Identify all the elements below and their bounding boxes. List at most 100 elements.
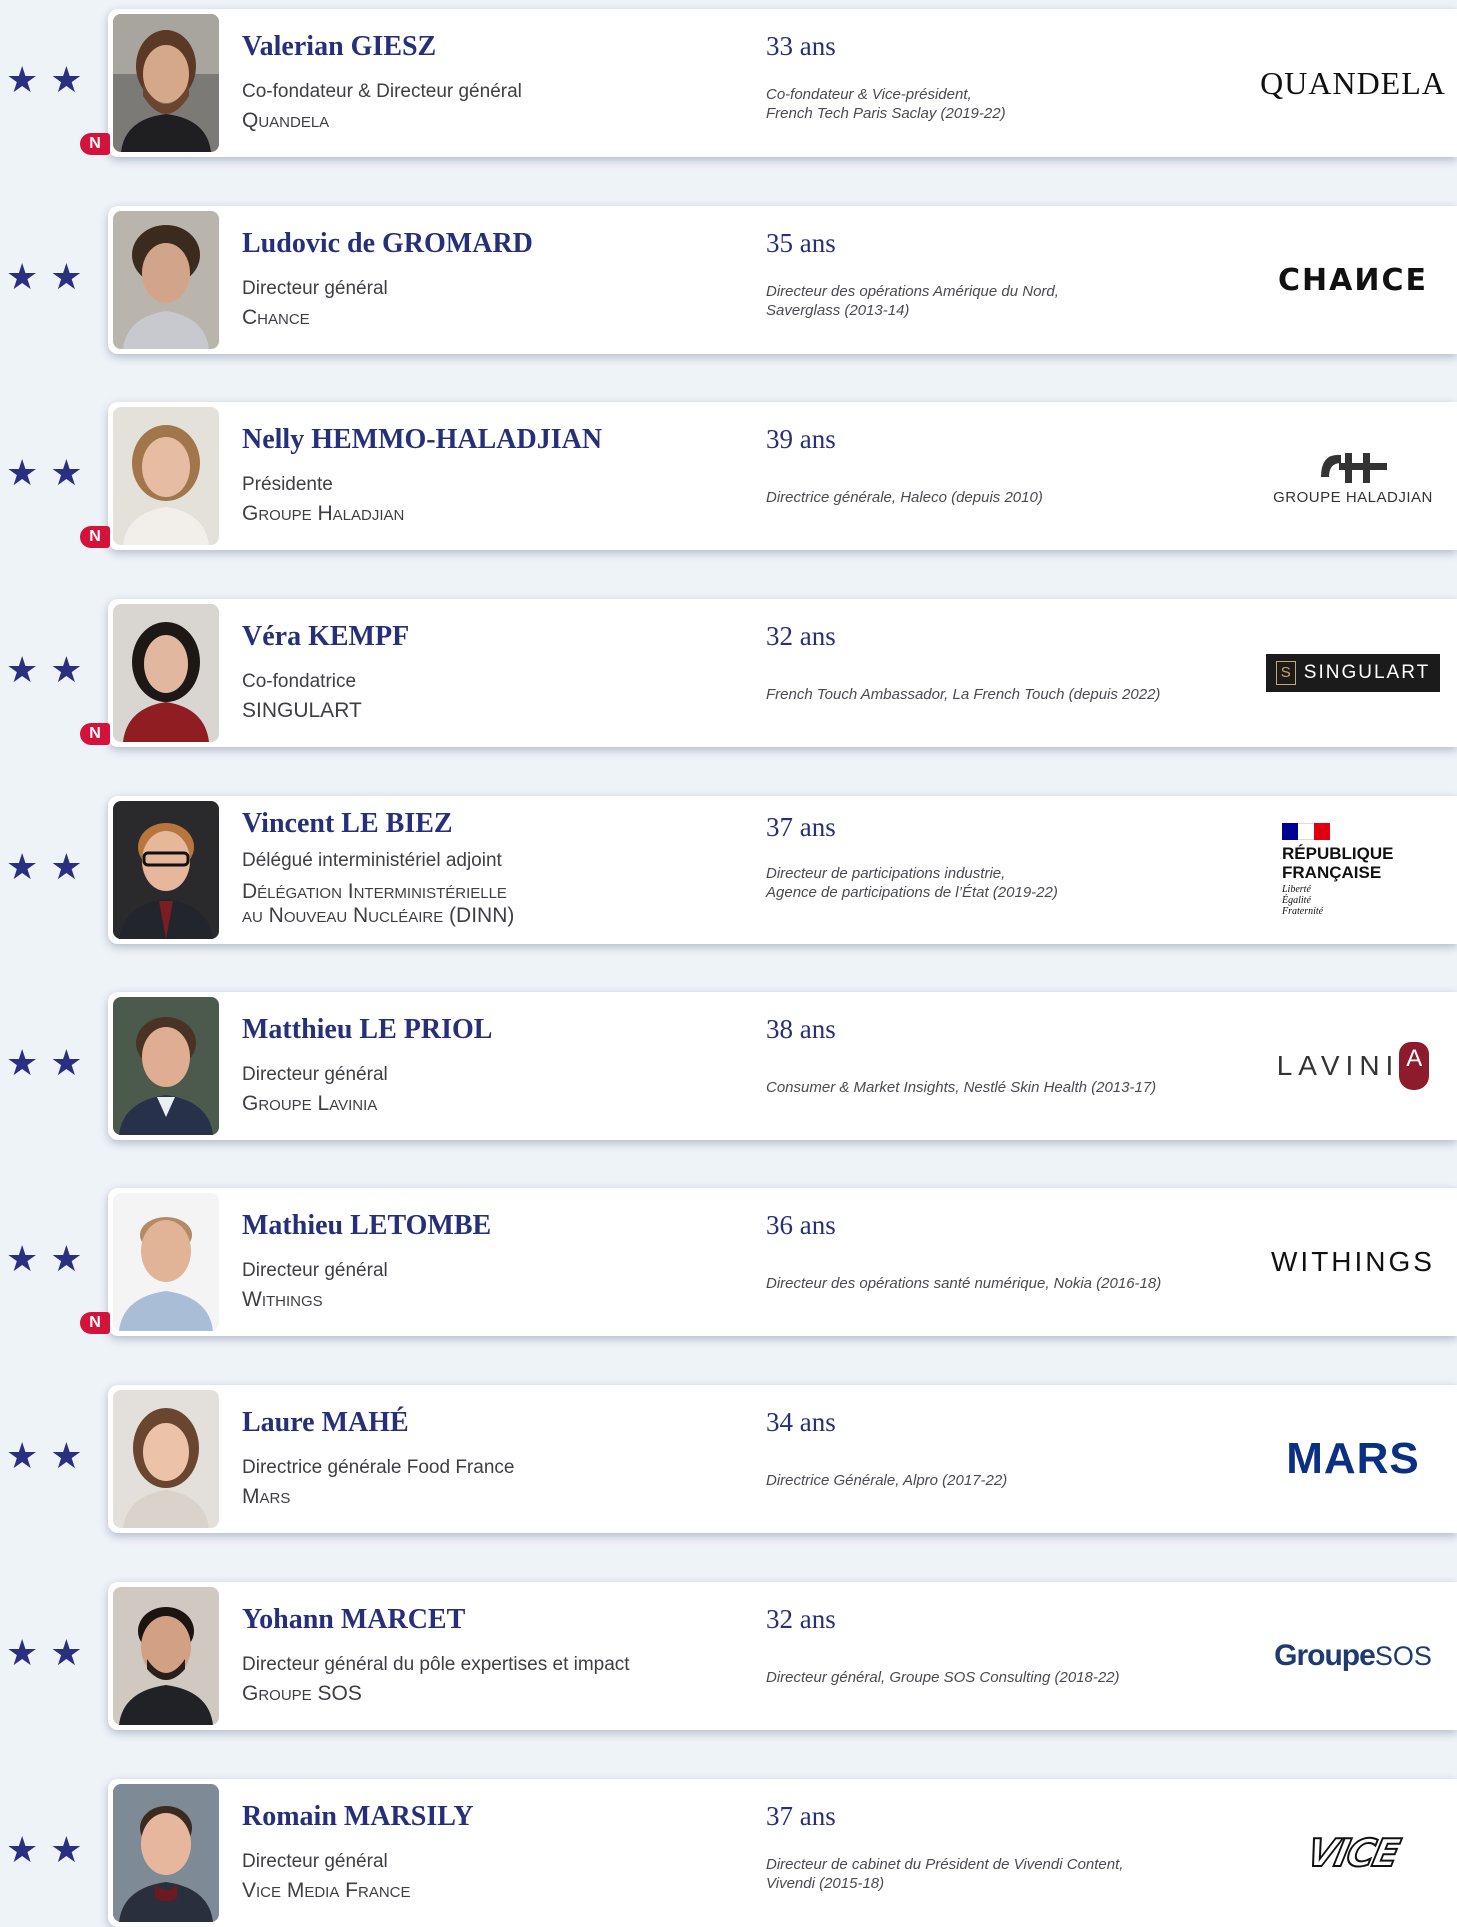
person-name: Romain MARSILY xyxy=(242,1801,474,1832)
portrait-photo xyxy=(113,14,219,152)
logo-text: LAVINI xyxy=(1276,1050,1400,1081)
company-name: Groupe Lavinia xyxy=(242,1092,378,1115)
star-rating: ★★ xyxy=(6,1633,95,1674)
portrait-photo xyxy=(113,1193,219,1331)
company-logo: Groupe SOS xyxy=(1258,1606,1448,1706)
person-name: Nelly HEMMO-HALADJIAN xyxy=(242,424,603,455)
person-name: Yohann MARCET xyxy=(242,1604,466,1635)
previous-position: Directrice générale, Haleco (depuis 2010… xyxy=(766,488,1246,507)
star-rating: ★★ xyxy=(6,1043,95,1084)
portrait-photo xyxy=(113,1390,219,1528)
portrait-photo xyxy=(113,997,219,1135)
star-rating: ★★ xyxy=(6,257,95,298)
new-badge: N xyxy=(80,526,110,548)
company-name: Quandela xyxy=(242,109,330,132)
company-name: Withings xyxy=(242,1288,323,1311)
list-item: ★★ Matthieu LE PRIOL Directeur général G… xyxy=(0,992,1457,1140)
person-age: 39 ans xyxy=(766,424,836,454)
profile-card[interactable]: Romain MARSILY Directeur général Vice Me… xyxy=(108,1779,1457,1927)
person-role: Directeur général du pôle expertises et … xyxy=(242,1654,630,1675)
list-item: ★★ N Véra KEMPF Co-fondatrice SINGULART … xyxy=(0,599,1457,747)
company-line: au Nouveau Nucléaire (DINN) xyxy=(242,904,515,927)
star-rating: ★★ xyxy=(6,1830,95,1871)
person-age: 34 ans xyxy=(766,1407,836,1437)
portrait-photo xyxy=(113,1784,219,1922)
company-name: Groupe Haladjian xyxy=(242,502,405,525)
company-logo: S SINGULART xyxy=(1258,623,1448,723)
list-item: ★★ Yohann MARCET Directeur général du pô… xyxy=(0,1582,1457,1730)
star-rating: ★★ xyxy=(6,60,95,101)
new-badge: N xyxy=(80,723,110,745)
portrait-photo xyxy=(113,1587,219,1725)
profile-card[interactable]: N Nelly HEMMO-HALADJIAN Présidente Group… xyxy=(80,402,1457,550)
star-rating: ★★ xyxy=(6,650,95,691)
list-item: ★★ N Valerian GIESZ Co-fondateur & Direc… xyxy=(0,9,1457,157)
company-logo: RÉPUBLIQUE FRANÇAISE Liberté Égalité Fra… xyxy=(1258,820,1448,920)
profile-card[interactable]: N Véra KEMPF Co-fondatrice SINGULART 32 … xyxy=(80,599,1457,747)
profile-card[interactable]: Ludovic de GROMARD Directeur général Cha… xyxy=(108,206,1457,354)
profile-card[interactable]: Laure MAHÉ Directrice générale Food Fran… xyxy=(108,1385,1457,1533)
new-badge: N xyxy=(80,133,110,155)
company-logo: LAVINI A xyxy=(1258,1016,1448,1116)
portrait-photo xyxy=(113,801,219,939)
previous-position: Directeur des opérations santé numérique… xyxy=(766,1274,1246,1293)
previous-position: Consumer & Market Insights, Nestlé Skin … xyxy=(766,1078,1246,1097)
logo-suffix: SOS xyxy=(1374,1640,1432,1671)
singulart-s-icon: S xyxy=(1275,661,1296,685)
previous-position: Directeur de participations industrie, A… xyxy=(766,864,1246,902)
company-name: Mars xyxy=(242,1485,291,1508)
previous-position: French Touch Ambassador, La French Touch… xyxy=(766,685,1246,704)
logo-motto: Liberté Égalité Fraternité xyxy=(1282,884,1324,917)
company-logo: MARS xyxy=(1258,1409,1448,1509)
person-role: Présidente xyxy=(242,474,333,495)
profile-card[interactable]: Yohann MARCET Directeur général du pôle … xyxy=(108,1582,1457,1730)
logo-text: SINGULART xyxy=(1303,662,1431,683)
list-item: ★★ N Mathieu LETOMBE Directeur général W… xyxy=(0,1188,1457,1336)
previous-line: Vivendi (2015-18) xyxy=(766,1875,885,1892)
logo-text: CHAИCE xyxy=(1278,262,1428,298)
previous-line: Directeur général, Groupe SOS Consulting… xyxy=(766,1669,1120,1686)
logo-text: RÉPUBLIQUE FRANÇAISE xyxy=(1282,844,1394,882)
lavinia-mark-icon: A xyxy=(1399,1042,1430,1090)
company-name: Délégation Interministérielle au Nouveau… xyxy=(242,880,514,928)
list-item: ★★ Ludovic de GROMARD Directeur général … xyxy=(0,206,1457,354)
star-rating: ★★ xyxy=(6,1239,95,1280)
portrait-photo xyxy=(113,211,219,349)
list-item: ★★ Vincent LE BIEZ Délégué interministér… xyxy=(0,796,1457,944)
new-badge: N xyxy=(80,1312,110,1334)
list-item: ★★ Romain MARSILY Directeur général Vice… xyxy=(0,1779,1457,1927)
person-role: Directeur général xyxy=(242,1064,388,1085)
star-rating: ★★ xyxy=(6,453,95,494)
person-role: Directeur général xyxy=(242,1851,388,1872)
previous-position: Directeur de cabinet du Président de Viv… xyxy=(766,1855,1246,1893)
previous-line: French Tech Paris Saclay (2019-22) xyxy=(766,105,1006,122)
profile-card[interactable]: N Mathieu LETOMBE Directeur général With… xyxy=(80,1188,1457,1336)
logo-text: Groupe xyxy=(1274,1639,1376,1672)
profile-card[interactable]: Vincent LE BIEZ Délégué interministériel… xyxy=(108,796,1457,944)
logo-text: QUANDELA xyxy=(1260,64,1446,101)
ranking-list: ★★ N Valerian GIESZ Co-fondateur & Direc… xyxy=(0,0,1457,1927)
profile-card[interactable]: N Valerian GIESZ Co-fondateur & Directeu… xyxy=(80,9,1457,157)
person-name: Valerian GIESZ xyxy=(242,31,437,62)
person-age: 32 ans xyxy=(766,621,836,651)
profile-card[interactable]: Matthieu LE PRIOL Directeur général Grou… xyxy=(108,992,1457,1140)
person-role: Directeur général xyxy=(242,1260,388,1281)
person-name: Mathieu LETOMBE xyxy=(242,1210,492,1241)
person-role: Directeur général xyxy=(242,278,388,299)
previous-line: Agence de participations de l’État (2019… xyxy=(766,884,1058,901)
company-line: Délégation Interministérielle xyxy=(242,880,507,903)
previous-position: Directrice Générale, Alpro (2017-22) xyxy=(766,1471,1246,1490)
haladjian-mark-icon xyxy=(1321,452,1387,483)
company-name: Chance xyxy=(242,306,310,329)
person-age: 36 ans xyxy=(766,1210,836,1240)
previous-line: Directeur de cabinet du Président de Viv… xyxy=(766,1856,1124,1873)
person-role: Co-fondatrice xyxy=(242,671,357,692)
person-age: 38 ans xyxy=(766,1014,836,1044)
previous-position: Co-fondateur & Vice-président, French Te… xyxy=(766,85,1246,123)
person-role: Délégué interministériel adjoint xyxy=(242,850,502,871)
previous-line: Directeur des opérations Amérique du Nor… xyxy=(766,283,1059,300)
company-logo: VICE xyxy=(1258,1803,1448,1903)
company-name: Vice Media France xyxy=(242,1879,411,1902)
company-name: SINGULART xyxy=(242,699,362,722)
previous-line: Consumer & Market Insights, Nestlé Skin … xyxy=(766,1079,1157,1096)
